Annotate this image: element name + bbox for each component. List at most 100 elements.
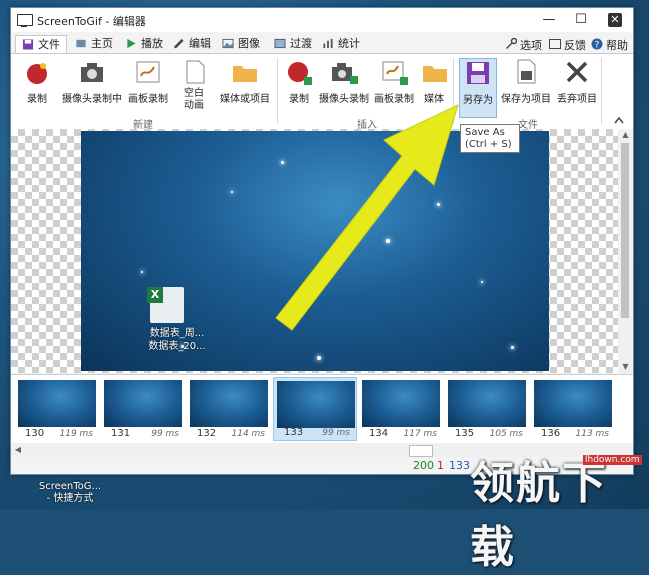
editor-window: ScreenToGif - 编辑器 — ☐ ✕ 文件 主页 播放 编辑 图像 过… <box>10 7 634 475</box>
button-label: 录制 <box>289 94 309 105</box>
ribbon-tab-bar: 文件 主页 播放 编辑 图像 过渡 统计 选项 反馈 ? 帮助 <box>11 33 633 53</box>
save-as-tooltip: Save As (Ctrl + S) <box>460 124 520 153</box>
window-title: ScreenToGif - 编辑器 <box>37 15 146 28</box>
scroll-left-icon[interactable]: ◀ <box>13 444 23 456</box>
insert-record-button[interactable]: 录制 <box>285 58 313 106</box>
close-button[interactable]: ✕ <box>601 10 629 30</box>
discard-x-icon <box>566 61 588 83</box>
tab-home[interactable]: 主页 <box>75 35 113 52</box>
tab-playback[interactable]: 播放 <box>125 35 163 52</box>
options-label: 选项 <box>520 39 542 52</box>
frame-strip: 130 119 ms 131 99 ms 132 114 ms 133 99 ms 134 117… <box>11 374 633 444</box>
tab-edit[interactable]: 编辑 <box>173 35 211 52</box>
frame-number: 134 <box>369 428 389 439</box>
frame-delay: 99 ms <box>322 428 350 438</box>
folder-insert-icon <box>423 66 447 82</box>
file-caption: 数据表_周... 数据表_20... <box>137 327 217 353</box>
new-blank-button[interactable]: 空白 动画 <box>181 58 207 112</box>
minimize-button[interactable]: — <box>535 10 563 30</box>
frame-thumbnail[interactable]: 130 119 ms <box>15 377 99 441</box>
frame-thumbnail-image <box>534 380 612 427</box>
new-media-button[interactable]: 媒体或项目 <box>217 58 273 106</box>
save-project-button[interactable]: 保存为项目 <box>499 58 553 106</box>
tab-file[interactable]: 文件 <box>15 35 67 53</box>
frame-thumbnail[interactable]: 134 117 ms <box>359 377 443 441</box>
frame-thumbnail[interactable]: 136 113 ms <box>531 377 615 441</box>
button-label: 另存为 <box>463 95 493 106</box>
frame-number: 132 <box>197 428 217 439</box>
scroll-up-icon[interactable]: ▲ <box>618 129 633 141</box>
feedback-icon <box>549 39 561 49</box>
group-separator <box>601 58 602 124</box>
watermark-url: lhdown.com <box>583 455 642 465</box>
tab-transition[interactable]: 过渡 <box>274 35 312 52</box>
tab-label: 统计 <box>338 37 360 50</box>
current-frame-image: X 数据表_周... 数据表_20... <box>81 131 549 371</box>
options-button[interactable]: 选项 <box>505 37 542 53</box>
group-separator <box>453 58 454 124</box>
collapse-ribbon-icon[interactable] <box>614 116 624 124</box>
frame-canvas: X 数据表_周... 数据表_20... <box>11 129 618 373</box>
tab-label: 主页 <box>91 37 113 50</box>
camera-icon <box>81 63 103 82</box>
button-label: 录制 <box>27 94 47 105</box>
frame-number: 136 <box>541 428 561 439</box>
frame-number: 130 <box>25 428 45 439</box>
camera-insert-icon <box>332 63 358 84</box>
scroll-thumb[interactable] <box>409 445 433 457</box>
excel-file-icon: X <box>147 287 184 323</box>
record-icon <box>27 63 47 84</box>
button-label: 媒体 <box>424 94 444 105</box>
group-separator <box>277 58 278 124</box>
discard-project-button[interactable]: 丢弃项目 <box>555 58 599 106</box>
help-label: 帮助 <box>606 39 628 52</box>
insert-media-button[interactable]: 媒体 <box>421 58 447 106</box>
frame-delay: 113 ms <box>575 429 610 439</box>
button-label: 丢弃项目 <box>557 94 597 105</box>
frame-number: 131 <box>111 428 131 439</box>
new-board-button[interactable]: 画板录制 <box>127 58 169 106</box>
frame-thumbnail[interactable]: 132 114 ms <box>187 377 271 441</box>
frame-delay: 114 ms <box>231 429 266 439</box>
shortcut-line: - 快捷方式 <box>46 493 94 504</box>
tab-label: 图像 <box>238 37 260 50</box>
shortcut-line: ScreenToG... <box>38 481 102 492</box>
desktop-shortcut-label[interactable]: ScreenToG... - 快捷方式 <box>30 481 110 505</box>
caption-line: 数据表_周... <box>149 328 205 339</box>
button-label: 媒体或项目 <box>220 94 270 105</box>
feedback-label: 反馈 <box>564 39 586 52</box>
frame-thumbnail[interactable]: 135 105 ms <box>445 377 529 441</box>
tab-statistics[interactable]: 统计 <box>322 35 360 52</box>
frame-number: 135 <box>455 428 475 439</box>
maximize-button[interactable]: ☐ <box>567 10 595 30</box>
close-icon: ✕ <box>608 12 622 27</box>
vertical-scrollbar[interactable]: ▲ ▼ <box>618 129 633 373</box>
frame-thumbnail[interactable]: 133 99 ms <box>273 377 357 441</box>
new-webcam-button[interactable]: 摄像头录制中 <box>61 58 123 106</box>
frame-thumbnail-image <box>448 380 526 427</box>
board-icon <box>136 61 160 83</box>
frame-delay: 99 ms <box>151 429 179 439</box>
button-label: 空白 动画 <box>184 88 204 111</box>
scroll-thumb[interactable] <box>621 143 629 318</box>
frame-number: 133 <box>284 427 304 438</box>
help-button[interactable]: ? 帮助 <box>591 37 628 53</box>
frame-total: 200 <box>413 459 434 472</box>
pencil-icon <box>174 38 184 49</box>
statistics-icon <box>323 38 333 49</box>
new-record-button[interactable]: 录制 <box>23 58 51 106</box>
frame-thumbnail[interactable]: 131 99 ms <box>101 377 185 441</box>
tab-label: 文件 <box>38 38 60 51</box>
ribbon-panel: 录制 摄像头录制中 画板录制 空白 动画 媒体或项目 新建 录制 摄像头录制 画… <box>11 53 633 131</box>
image-icon <box>222 38 234 49</box>
save-as-button[interactable]: 另存为 <box>459 58 497 118</box>
feedback-button[interactable]: 反馈 <box>549 37 586 53</box>
insert-webcam-button[interactable]: 摄像头录制 <box>319 58 369 106</box>
floppy-icon <box>22 39 34 50</box>
insert-board-button[interactable]: 画板录制 <box>373 58 415 106</box>
frame-selected-count: 1 <box>437 459 444 472</box>
scroll-down-icon[interactable]: ▼ <box>618 361 633 373</box>
frame-delay: 105 ms <box>489 429 524 439</box>
tab-image[interactable]: 图像 <box>222 35 260 52</box>
home-icon <box>76 39 86 48</box>
